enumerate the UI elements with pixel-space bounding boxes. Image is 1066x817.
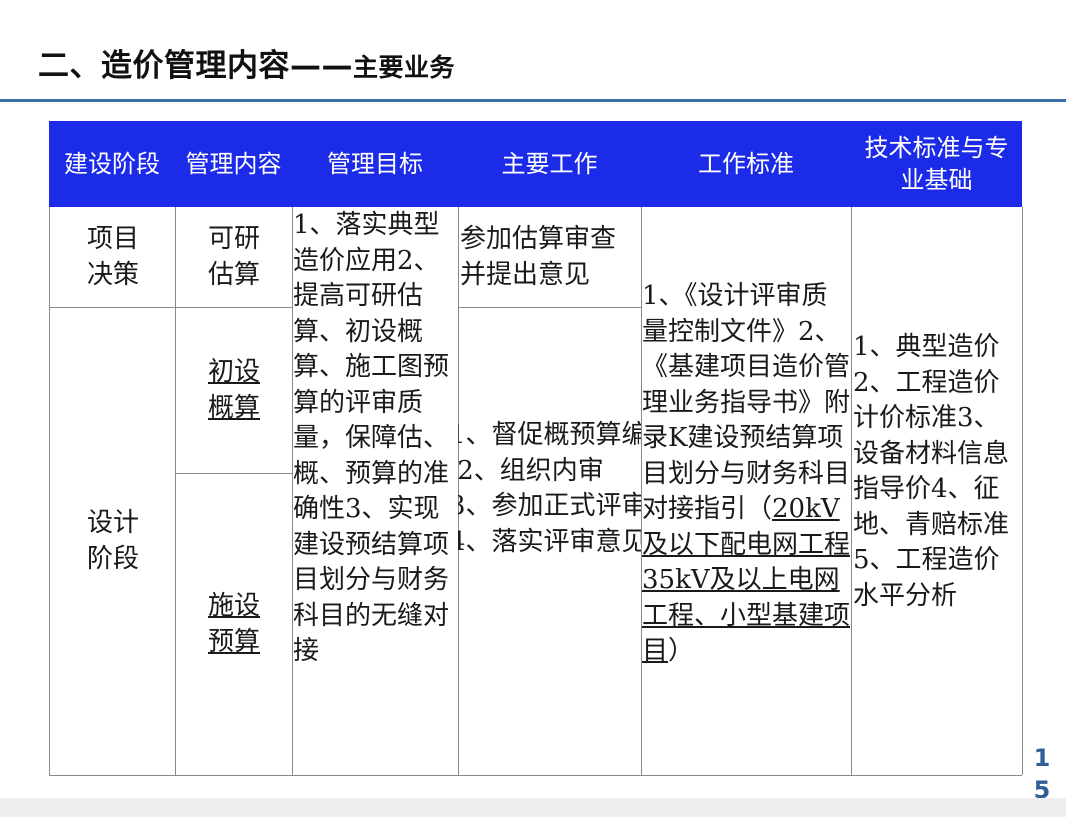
header-stage: 建设阶段 [49,121,175,207]
header-goal: 管理目标 [292,121,458,207]
standards-intro: 1、《设计评审质量控制文件》2、《基建项目造价管理业务指导书》附录K建设预结算项… [642,281,851,524]
table-border-right [1022,207,1023,775]
header-work: 主要工作 [458,121,641,207]
footer-bar [0,798,1066,817]
table-col-divider [175,207,176,775]
stage-design: 设计阶段 [86,508,139,574]
page-number: 15 [1033,744,1051,804]
content-preliminary: 初设概算 [207,357,260,423]
page-subtitle: 主要业务 [353,53,456,82]
standards-end: ） [668,636,695,666]
header-content: 管理内容 [175,121,292,207]
work-standards: 1、《设计评审质量控制文件》2、《基建项目造价管理业务指导书》附录K建设预结算项… [642,279,851,709]
header-tech-basis: 技术标准与专业基础 [851,121,1022,207]
management-goals: 1、落实典型造价应用2、提高可研估算、初设概算、施工图预算的评审质量，保障估、概… [293,210,450,666]
table-border-bottom [49,775,1022,776]
tech-basis: 1、典型造价2、工程造价计价标准3、设备材料信息指导价4、征地、青赔标准5、工程… [853,332,1010,611]
work-design: 1、督促概预算编制； 2、组织内审 3、参加正式评审； 4、落实评审意见 [458,420,641,557]
page-title: 二、造价管理内容——主要业务 [38,48,456,84]
table-row-divider [458,307,641,308]
header-standard: 工作标准 [641,121,851,207]
work-decision: 参加估算审查并提出意见 [460,224,617,290]
stage-decision: 项目决策 [86,224,139,290]
title-divider [0,99,1066,102]
table-border-left [49,207,50,775]
table-col-divider [851,207,852,775]
content-feasibility: 可研估算 [207,224,260,290]
content-construction: 施设预算 [207,591,260,657]
